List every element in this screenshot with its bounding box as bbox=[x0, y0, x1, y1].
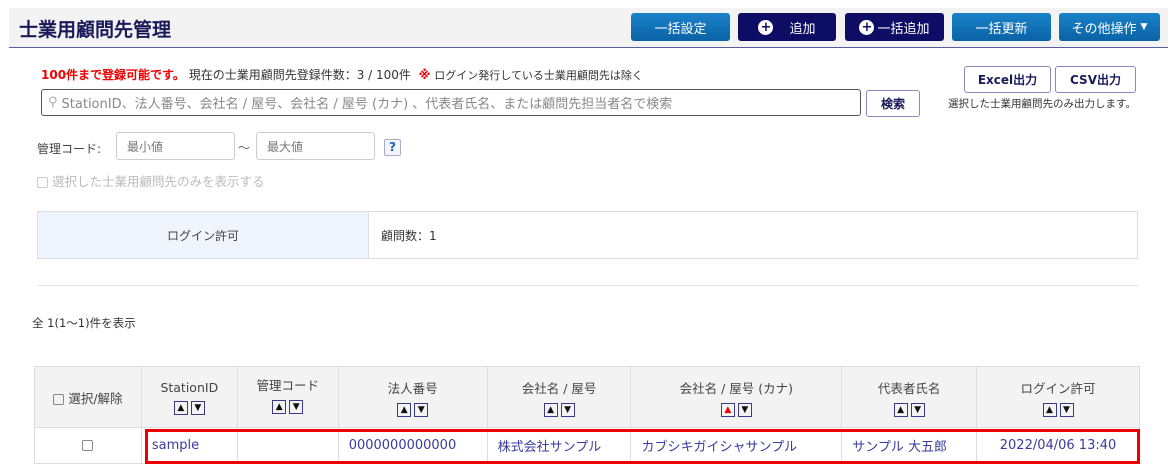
summary-label: ログイン許可 bbox=[38, 212, 369, 258]
sort-asc-icon[interactable]: ▲ bbox=[543, 402, 558, 417]
search-icon: ⚲ bbox=[48, 95, 58, 110]
login-permission-link[interactable]: 2022/04/06 13:40 bbox=[976, 427, 1140, 464]
select-all-checkbox[interactable]: 選択/解除 bbox=[34, 366, 142, 428]
corporate-number-link[interactable]: 0000000000000 bbox=[337, 427, 488, 464]
column-header: 会社名 / 屋号 (カナ) ▲ ▼ bbox=[630, 366, 843, 428]
checkbox-icon bbox=[37, 177, 48, 188]
result-count: 全 1(1～1)件を表示 bbox=[32, 316, 136, 330]
column-header: 法人番号 ▲ ▼ bbox=[337, 366, 488, 428]
caret-down-icon: ▼ bbox=[1140, 22, 1148, 32]
registration-notice: 100件まで登録可能です。 現在の士業用顧問先登録件数：3 / 100件 ※ ロ… bbox=[41, 68, 643, 82]
sort-desc-icon[interactable]: ▼ bbox=[910, 402, 925, 417]
divider bbox=[37, 285, 1138, 286]
search-button[interactable]: 検索 bbox=[866, 90, 920, 117]
checkbox-icon bbox=[53, 393, 65, 405]
table-row: sample 0000000000000 株式会社サンプル カブシキガイシャサン… bbox=[34, 427, 1140, 464]
bulk-add-button[interactable]: + 一括追加 bbox=[845, 13, 944, 41]
company-name-link[interactable]: 株式会社サンプル bbox=[486, 427, 632, 464]
client-table: 選択/解除 StationID ▲ ▼ 管理コード ▲ ▼ 法人番号 ▲ ▼ 会社名 / 屋… bbox=[34, 366, 1140, 464]
plus-icon: + bbox=[859, 19, 875, 35]
sort-asc-icon[interactable]: ▲ bbox=[397, 402, 412, 417]
sort-desc-icon[interactable]: ▼ bbox=[414, 402, 429, 417]
sort-asc-icon[interactable]: ▲ bbox=[272, 400, 287, 414]
company-kana-link[interactable]: カブシキガイシャサンプル bbox=[630, 427, 843, 464]
plus-icon: + bbox=[758, 19, 774, 35]
sort-desc-icon[interactable]: ▼ bbox=[560, 402, 575, 417]
sort-asc-icon[interactable]: ▲ bbox=[893, 402, 908, 417]
sort-desc-icon[interactable]: ▼ bbox=[1059, 402, 1074, 417]
excel-export-button[interactable]: Excel出力 bbox=[964, 66, 1051, 93]
station-id-link[interactable]: sample bbox=[140, 427, 238, 464]
column-header: 管理コード ▲ ▼ bbox=[236, 366, 339, 428]
range-separator: ～ bbox=[238, 141, 251, 155]
table-header-row: 選択/解除 StationID ▲ ▼ 管理コード ▲ ▼ 法人番号 ▲ ▼ 会社名 / 屋… bbox=[34, 366, 1140, 428]
row-checkbox[interactable] bbox=[34, 427, 142, 464]
column-header: ログイン許可 ▲ ▼ bbox=[976, 366, 1140, 428]
min-code-input[interactable]: 最小値 bbox=[116, 132, 235, 160]
column-header: 代表者氏名 ▲ ▼ bbox=[841, 366, 978, 428]
login-summary-box: ログイン許可 顧問数：1 bbox=[37, 211, 1138, 259]
page-title: 士業用顧問先管理 bbox=[19, 19, 172, 41]
management-code-label: 管理コード: bbox=[37, 142, 102, 156]
csv-export-button[interactable]: CSV出力 bbox=[1055, 66, 1136, 93]
sort-desc-icon[interactable]: ▼ bbox=[289, 400, 304, 414]
column-header: 会社名 / 屋号 ▲ ▼ bbox=[486, 366, 632, 428]
checkbox-icon bbox=[82, 440, 94, 451]
representative-link[interactable]: サンプル 大五郎 bbox=[841, 427, 978, 464]
sort-desc-icon[interactable]: ▼ bbox=[190, 400, 205, 415]
bulk-update-button[interactable]: 一括更新 bbox=[952, 13, 1051, 41]
max-code-input[interactable]: 最大値 bbox=[256, 132, 375, 160]
bulk-settings-button[interactable]: 一括設定 bbox=[631, 13, 730, 41]
add-button[interactable]: + 追加 bbox=[738, 13, 836, 41]
sort-desc-icon[interactable]: ▼ bbox=[737, 402, 752, 417]
help-icon[interactable]: ? bbox=[384, 139, 401, 156]
column-header: StationID ▲ ▼ bbox=[140, 366, 238, 428]
search-input[interactable]: ⚲ StationID、法人番号、会社名 / 屋号、会社名 / 屋号 (カナ) … bbox=[41, 89, 861, 116]
other-actions-dropdown[interactable]: その他操作 ▼ bbox=[1059, 13, 1160, 41]
export-note: 選択した士業用顧問先のみ出力します。 bbox=[948, 98, 1136, 110]
sort-asc-icon[interactable]: ▲ bbox=[173, 400, 188, 415]
summary-value: 顧問数：1 bbox=[381, 228, 437, 243]
page-header: 士業用顧問先管理 一括設定 + 追加 + 一括追加 一括更新 その他操作 ▼ bbox=[9, 8, 1168, 48]
sort-asc-icon[interactable]: ▲ bbox=[1042, 402, 1057, 417]
only-selected-checkbox[interactable]: 選択した士業用顧問先のみを表示する bbox=[37, 171, 265, 190]
management-code-cell bbox=[236, 427, 339, 464]
sort-asc-icon-active[interactable]: ▲ bbox=[720, 402, 735, 417]
